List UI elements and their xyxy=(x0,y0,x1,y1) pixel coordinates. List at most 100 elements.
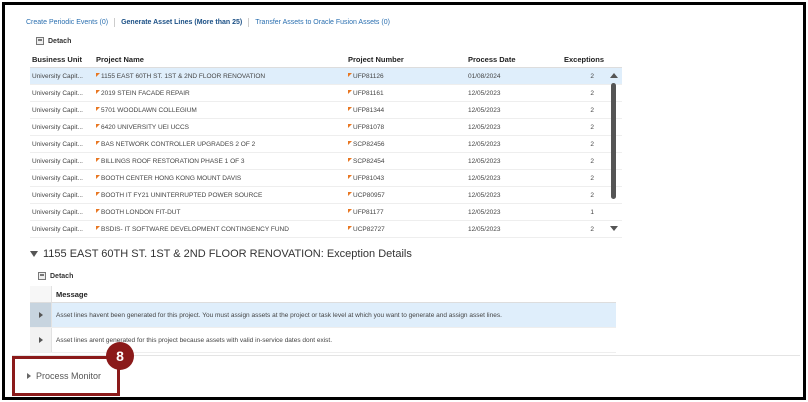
cell-process-date: 12/05/2023 xyxy=(468,107,564,114)
table-row[interactable]: University Capit... BILLINGS ROOF RESTORA… xyxy=(30,153,622,170)
cell-project-number-text: UFP81161 xyxy=(353,89,384,97)
cell-project-number-text: SCP82454 xyxy=(353,157,385,165)
expand-icon xyxy=(27,373,31,379)
col-project-name[interactable]: Project Name xyxy=(92,55,348,64)
table-row[interactable]: University Capit... 1155 EAST 60TH ST. 1S… xyxy=(30,68,622,85)
expand-row-button[interactable] xyxy=(30,328,52,352)
detach-button[interactable]: Detach xyxy=(36,37,71,45)
cell-project-number: UFP81177 xyxy=(348,208,468,216)
cell-project-name: BOOTH LONDON FIT-DUT xyxy=(92,208,348,216)
cell-business-unit-text: University Capit... xyxy=(32,72,83,80)
cell-project-number: UCP80957 xyxy=(348,191,468,199)
table-row[interactable]: University Capit... 2019 STEIN FACADE REP… xyxy=(30,85,622,102)
scroll-up-icon[interactable] xyxy=(610,73,618,78)
table-row[interactable]: University Capit... 5701 WOODLAWN COLLEGI… xyxy=(30,102,622,119)
col-exceptions[interactable]: Exceptions xyxy=(564,55,608,64)
exception-details-title: 1155 EAST 60TH ST. 1ST & 2ND FLOOR RENOV… xyxy=(43,248,412,260)
scrollbar-thumb[interactable] xyxy=(611,83,616,199)
flag-icon xyxy=(96,72,100,77)
tab-transfer-assets[interactable]: Transfer Assets to Oracle Fusion Assets … xyxy=(249,18,396,27)
table-row[interactable]: University Capit... BOOTH CENTER HONG KON… xyxy=(30,170,622,187)
cell-process-date: 12/05/2023 xyxy=(468,209,564,216)
col-message[interactable]: Message xyxy=(52,290,88,299)
cell-exceptions: 2 xyxy=(564,107,608,114)
table-row[interactable]: University Capit... BOOTH LONDON FIT-DUT U… xyxy=(30,204,622,221)
expand-icon xyxy=(38,312,43,318)
message-row[interactable]: Asset lines havent been generated for th… xyxy=(30,303,616,328)
process-monitor-toggle[interactable]: Process Monitor xyxy=(12,356,120,396)
cell-business-unit: University Capit... xyxy=(30,192,92,199)
cell-exceptions: 1 xyxy=(564,209,608,216)
flag-icon xyxy=(348,89,352,94)
cell-project-name-text: 6420 UNIVERSITY UEI UCCS xyxy=(101,123,190,131)
table-row[interactable]: University Capit... BSDIS- IT SOFTWARE DE… xyxy=(30,221,622,238)
flag-icon xyxy=(96,225,100,230)
cell-business-unit: University Capit... xyxy=(30,73,92,80)
cell-business-unit-text: University Capit... xyxy=(32,106,83,114)
cell-exceptions: 2 xyxy=(564,73,608,80)
cell-project-name-text: 2019 STEIN FACADE REPAIR xyxy=(101,89,190,97)
flag-icon xyxy=(348,140,352,145)
message-text: Asset lines arent generated for this pro… xyxy=(56,336,333,344)
flag-icon xyxy=(96,174,100,179)
detach-icon xyxy=(36,37,44,45)
cell-project-name-text: 1155 EAST 60TH ST. 1ST & 2ND FLOOR RENOV… xyxy=(101,72,266,80)
cell-project-number: UCP82727 xyxy=(348,225,468,233)
cell-business-unit: University Capit... xyxy=(30,209,92,216)
cell-business-unit: University Capit... xyxy=(30,226,92,233)
cell-process-date: 12/05/2023 xyxy=(468,226,564,233)
cell-project-name-text: BSDIS- IT SOFTWARE DEVELOPMENT CONTINGEN… xyxy=(101,225,289,233)
details-detach-button[interactable]: Detach xyxy=(38,272,73,280)
col-process-date[interactable]: Process Date xyxy=(468,55,564,64)
cell-process-date: 12/05/2023 xyxy=(468,124,564,131)
cell-business-unit-text: University Capit... xyxy=(32,140,83,148)
cell-project-number: UFP81126 xyxy=(348,72,468,80)
cell-business-unit: University Capit... xyxy=(30,158,92,165)
detach-label: Detach xyxy=(50,272,74,280)
cell-exceptions: 2 xyxy=(564,175,608,182)
cell-business-unit-text: University Capit... xyxy=(32,225,83,233)
cell-exceptions: 2 xyxy=(564,124,608,131)
cell-exceptions: 2 xyxy=(564,90,608,97)
expand-row-button[interactable] xyxy=(30,303,52,327)
table-scrollbar[interactable] xyxy=(608,71,618,237)
cell-project-name: BSDIS- IT SOFTWARE DEVELOPMENT CONTINGEN… xyxy=(92,225,348,233)
table-row[interactable]: University Capit... 6420 UNIVERSITY UEI U… xyxy=(30,119,622,136)
tab-generate-asset-lines[interactable]: Generate Asset Lines (More than 25) xyxy=(115,18,250,27)
cell-project-name-text: 5701 WOODLAWN COLLEGIUM xyxy=(101,106,197,114)
exception-details-header[interactable]: 1155 EAST 60TH ST. 1ST & 2ND FLOOR RENOV… xyxy=(30,248,412,260)
cell-process-date-text: 12/05/2023 xyxy=(468,157,501,165)
tab-create-periodic-events[interactable]: Create Periodic Events (0) xyxy=(26,18,116,27)
process-monitor-label: Process Monitor xyxy=(36,371,102,381)
cell-exceptions-text: 2 xyxy=(590,123,594,131)
detach-icon xyxy=(38,272,46,280)
cell-process-date-text: 12/05/2023 xyxy=(468,208,501,216)
flag-icon xyxy=(348,208,352,213)
cell-business-unit: University Capit... xyxy=(30,124,92,131)
cell-project-name: BAS NETWORK CONTROLLER UPGRADES 2 OF 2 xyxy=(92,140,348,148)
cell-exceptions-text: 2 xyxy=(590,72,594,80)
col-project-number[interactable]: Project Number xyxy=(348,55,468,64)
cell-exceptions-text: 2 xyxy=(590,140,594,148)
flag-icon xyxy=(348,191,352,196)
cell-exceptions-text: 2 xyxy=(590,157,594,165)
cell-project-name: 1155 EAST 60TH ST. 1ST & 2ND FLOOR RENOV… xyxy=(92,72,348,80)
scroll-down-icon[interactable] xyxy=(610,226,618,231)
cell-project-name-text: BOOTH IT FY21 UNINTERRUPTED POWER SOURCE xyxy=(101,191,263,199)
cell-process-date-text: 12/05/2023 xyxy=(468,174,501,182)
cell-business-unit-text: University Capit... xyxy=(32,174,83,182)
col-business-unit[interactable]: Business Unit xyxy=(30,55,92,64)
cell-project-number-text: UFP81344 xyxy=(353,106,385,114)
cell-business-unit: University Capit... xyxy=(30,141,92,148)
flag-icon xyxy=(348,72,352,77)
cell-project-name: 6420 UNIVERSITY UEI UCCS xyxy=(92,123,348,131)
flag-icon xyxy=(96,157,100,162)
cell-project-number-text: UFP81078 xyxy=(353,123,385,131)
cell-project-name-text: BOOTH LONDON FIT-DUT xyxy=(101,208,181,216)
cell-process-date-text: 12/05/2023 xyxy=(468,89,501,97)
table-row[interactable]: University Capit... BOOTH IT FY21 UNINTER… xyxy=(30,187,622,204)
cell-process-date-text: 12/05/2023 xyxy=(468,123,501,131)
flag-icon xyxy=(348,174,352,179)
cell-business-unit-text: University Capit... xyxy=(32,191,83,199)
table-row[interactable]: University Capit... BAS NETWORK CONTROLLE… xyxy=(30,136,622,153)
